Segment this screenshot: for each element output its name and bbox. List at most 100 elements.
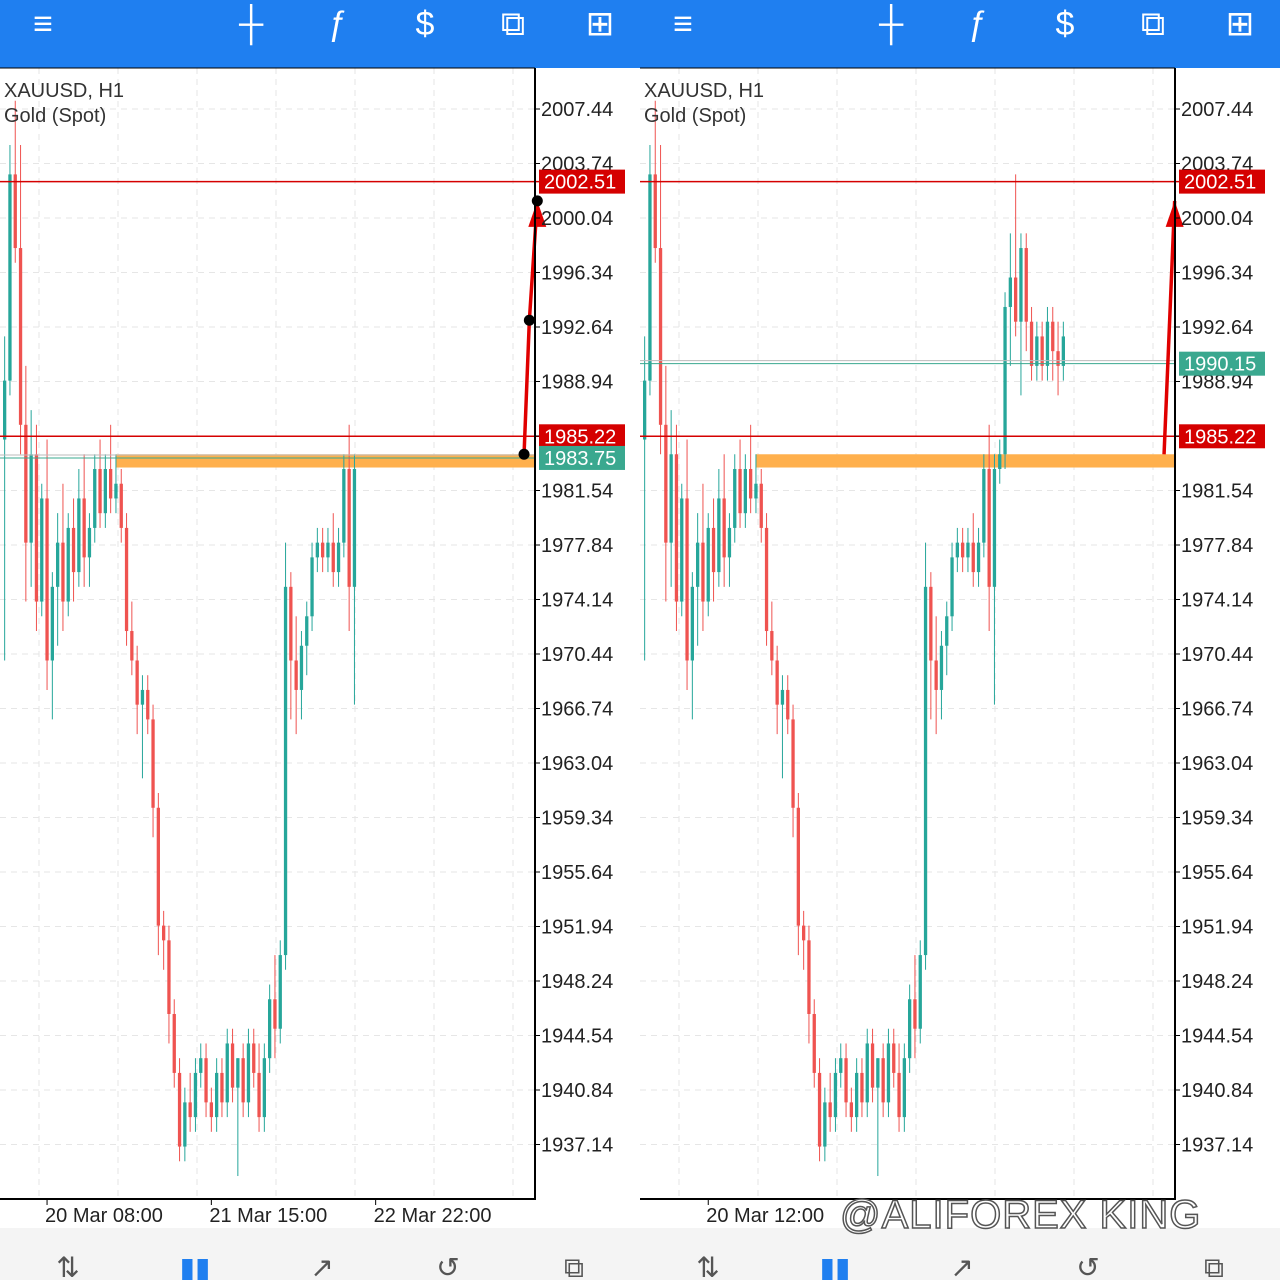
history-icon[interactable]: ↺ — [418, 1254, 478, 1280]
price-tick-label: 1937.14 — [541, 1135, 613, 1157]
candle — [273, 999, 277, 1029]
candle — [124, 527, 129, 632]
candle — [50, 586, 54, 661]
price-tick-label: 2000.04 — [1181, 208, 1253, 230]
candle — [669, 454, 673, 543]
candle — [749, 468, 753, 499]
trade-icon[interactable]: ⇅ — [678, 1254, 738, 1280]
candle — [289, 586, 293, 661]
candle — [791, 719, 795, 808]
candle — [992, 468, 997, 587]
candle — [71, 527, 76, 573]
candle — [347, 468, 351, 587]
price-tick-label: 1963.04 — [541, 753, 613, 775]
price-chart[interactable]: 2007.442003.742000.041996.341992.641988.… — [0, 0, 640, 1280]
candle — [855, 1072, 859, 1118]
candle — [786, 689, 790, 720]
candle — [961, 542, 965, 558]
candle — [908, 999, 912, 1059]
price-tick-label: 1977.84 — [1181, 535, 1253, 557]
candle — [294, 660, 298, 690]
support-price-label: 1985.22 — [544, 426, 616, 448]
candle — [66, 527, 70, 602]
messages-icon[interactable]: ⧉ — [544, 1254, 604, 1280]
candle — [162, 925, 166, 941]
price-tick-label: 1940.84 — [1181, 1080, 1253, 1102]
candle — [103, 468, 107, 514]
candle — [897, 1072, 901, 1118]
projection-point[interactable] — [518, 448, 530, 460]
price-tick-label: 1955.64 — [1181, 862, 1253, 884]
candle — [61, 542, 65, 602]
candle — [1035, 336, 1039, 366]
price-chart[interactable]: 2007.442003.742000.041996.341992.641988.… — [640, 0, 1280, 1280]
resistance-price-label: 2002.51 — [1184, 172, 1256, 194]
price-tick-label: 1955.64 — [541, 862, 613, 884]
candle — [283, 586, 288, 956]
candle — [209, 1102, 213, 1118]
candle — [1045, 321, 1050, 366]
price-tick-label: 1944.54 — [541, 1026, 613, 1048]
candle — [902, 1058, 906, 1118]
candle — [839, 1058, 843, 1073]
price-tick-label: 1959.34 — [541, 808, 613, 830]
candle — [764, 527, 769, 632]
messages-icon[interactable]: ⧉ — [1184, 1254, 1244, 1280]
chart-description: Gold (Spot) — [644, 105, 747, 127]
price-tick-label: 1974.14 — [541, 590, 613, 612]
candle — [225, 1043, 229, 1103]
projection-point[interactable] — [523, 314, 535, 326]
chart-description: Gold (Spot) — [4, 105, 107, 127]
candle — [711, 527, 716, 573]
candle — [193, 1072, 198, 1118]
candle — [1008, 277, 1012, 307]
candle — [215, 1072, 219, 1118]
chart-icon[interactable]: ▮▮ — [805, 1254, 865, 1280]
price-tick-label: 1966.74 — [541, 699, 613, 721]
candle — [733, 468, 737, 528]
chart-panel-left: ≡ ┼ ƒ $ ⧉ ⊞ 2007.44 2003.74 2000.04 1996.34… — [0, 0, 640, 1280]
current-price-label: 1983.75 — [544, 448, 616, 470]
candle — [844, 1058, 848, 1103]
candle — [648, 174, 652, 381]
candle — [3, 380, 7, 440]
candle — [1061, 336, 1065, 366]
candle — [817, 1072, 822, 1147]
candle — [860, 1072, 864, 1103]
resistance-price-label: 2002.51 — [544, 172, 616, 194]
candle — [268, 999, 272, 1059]
candle — [183, 1102, 187, 1147]
chart-icon[interactable]: ▮▮ — [165, 1254, 225, 1280]
candle — [1029, 321, 1034, 366]
quotes-icon[interactable]: ↗ — [292, 1254, 352, 1280]
candle — [305, 616, 309, 646]
projection-arrow-line[interactable] — [1162, 200, 1177, 455]
candle — [199, 1058, 203, 1073]
projection-point[interactable] — [531, 195, 543, 207]
candle — [727, 527, 732, 558]
candle — [743, 468, 747, 514]
time-tick-label: 20 Mar 12:00 — [706, 1205, 824, 1227]
candle — [738, 468, 742, 514]
chart-symbol: XAUUSD, H1 — [644, 80, 765, 102]
candle — [109, 468, 113, 499]
candle — [29, 454, 33, 543]
trade-icon[interactable]: ⇅ — [38, 1254, 98, 1280]
current-price-label: 1990.15 — [1184, 354, 1256, 376]
candle — [204, 1058, 208, 1103]
quotes-icon[interactable]: ↗ — [932, 1254, 992, 1280]
candle — [40, 498, 44, 602]
candle — [796, 807, 800, 926]
candle — [701, 542, 705, 602]
price-tick-label: 1959.34 — [1181, 808, 1253, 830]
candle — [886, 1043, 891, 1103]
candle — [177, 1072, 182, 1147]
history-icon[interactable]: ↺ — [1058, 1254, 1118, 1280]
candle — [653, 174, 657, 249]
candle — [230, 1043, 235, 1088]
price-tick-label: 1966.74 — [1181, 699, 1253, 721]
candle — [1024, 248, 1028, 322]
candle — [939, 645, 944, 690]
candle — [780, 689, 785, 705]
price-tick-label: 1944.54 — [1181, 1026, 1253, 1048]
